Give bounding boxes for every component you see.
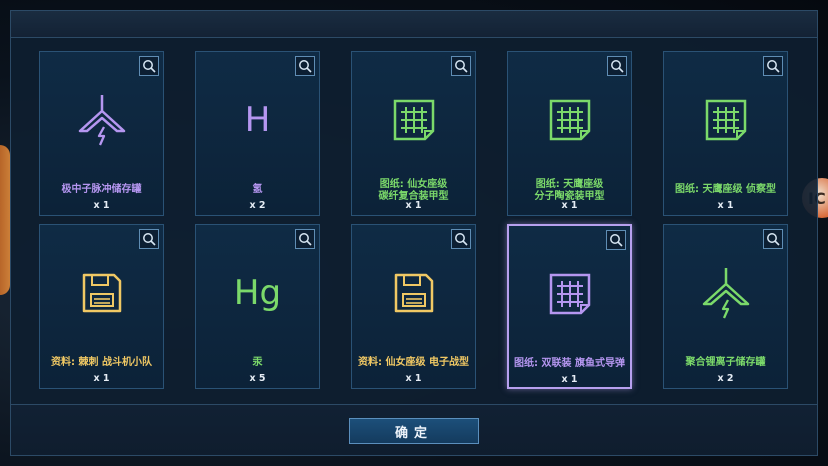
magnifier-icon[interactable] <box>139 229 159 249</box>
item-name-line: 图纸: 仙女座级 <box>379 179 448 190</box>
element-symbol: Hg <box>233 273 282 313</box>
reward-card[interactable]: 聚合锂离子储存罐 x 2 <box>663 224 788 389</box>
reward-card[interactable]: Hg 汞 x 5 <box>195 224 320 389</box>
reward-card[interactable]: 资料: 棘刺 战斗机小队 x 1 <box>39 224 164 389</box>
reward-card[interactable]: 资料: 仙女座级 电子战型 x 1 <box>351 224 476 389</box>
item-name: 资料: 仙女座级 电子战型 <box>358 357 469 368</box>
magnifier-icon[interactable] <box>295 229 315 249</box>
item-quantity: x 1 <box>717 200 734 211</box>
item-name: 汞 <box>252 357 263 368</box>
reward-card[interactable]: 图纸: 双联装 旗鱼式导弹 x 1 <box>507 224 632 389</box>
item-name: 聚合锂离子储存罐 <box>685 357 766 368</box>
magnifier-icon[interactable] <box>606 230 626 250</box>
item-quantity: x 5 <box>249 373 266 384</box>
element-symbol: H <box>244 100 271 140</box>
item-quantity: x 1 <box>405 373 422 384</box>
magnifier-icon[interactable] <box>139 56 159 76</box>
planet-decoration <box>0 145 10 295</box>
blueprint-icon <box>547 97 593 143</box>
magnifier-icon[interactable] <box>763 229 783 249</box>
storage-tank-icon <box>697 264 755 322</box>
panel-header <box>11 11 817 38</box>
item-quantity: x 1 <box>93 200 110 211</box>
confirm-button[interactable]: 确定 <box>349 418 479 444</box>
magnifier-icon[interactable] <box>451 56 471 76</box>
storage-tank-icon <box>73 91 131 149</box>
blueprint-icon <box>703 97 749 143</box>
item-name: 氢 <box>252 184 263 195</box>
floppy-disk-icon <box>79 270 125 316</box>
blueprint-icon <box>391 97 437 143</box>
floppy-disk-icon <box>391 270 437 316</box>
reward-card[interactable]: 图纸: 天鹰座级 侦察型 x 1 <box>663 51 788 216</box>
item-name: 极中子脉冲储存罐 <box>61 184 142 195</box>
magnifier-icon[interactable] <box>763 56 783 76</box>
item-quantity: x 1 <box>93 373 110 384</box>
item-quantity: x 1 <box>561 200 578 211</box>
blueprint-icon <box>547 271 593 317</box>
item-name: 图纸: 双联装 旗鱼式导弹 <box>514 358 625 369</box>
item-quantity: x 2 <box>249 200 266 211</box>
item-quantity: x 1 <box>561 374 578 385</box>
magnifier-icon[interactable] <box>607 56 627 76</box>
reward-card[interactable]: H 氢 x 2 <box>195 51 320 216</box>
reward-card[interactable]: 图纸: 天鹰座级 分子陶瓷装甲型 x 1 <box>507 51 632 216</box>
reward-card[interactable]: 极中子脉冲储存罐 x 1 <box>39 51 164 216</box>
magnifier-icon[interactable] <box>451 229 471 249</box>
item-quantity: x 1 <box>405 200 422 211</box>
item-name: 资料: 棘刺 战斗机小队 <box>51 357 152 368</box>
magnifier-icon[interactable] <box>295 56 315 76</box>
item-name: 图纸: 天鹰座级 侦察型 <box>675 184 776 195</box>
item-quantity: x 2 <box>717 373 734 384</box>
item-name-line: 图纸: 天鹰座级 <box>535 179 604 190</box>
reward-card[interactable]: 图纸: 仙女座级 碳纤复合装甲型 x 1 <box>351 51 476 216</box>
